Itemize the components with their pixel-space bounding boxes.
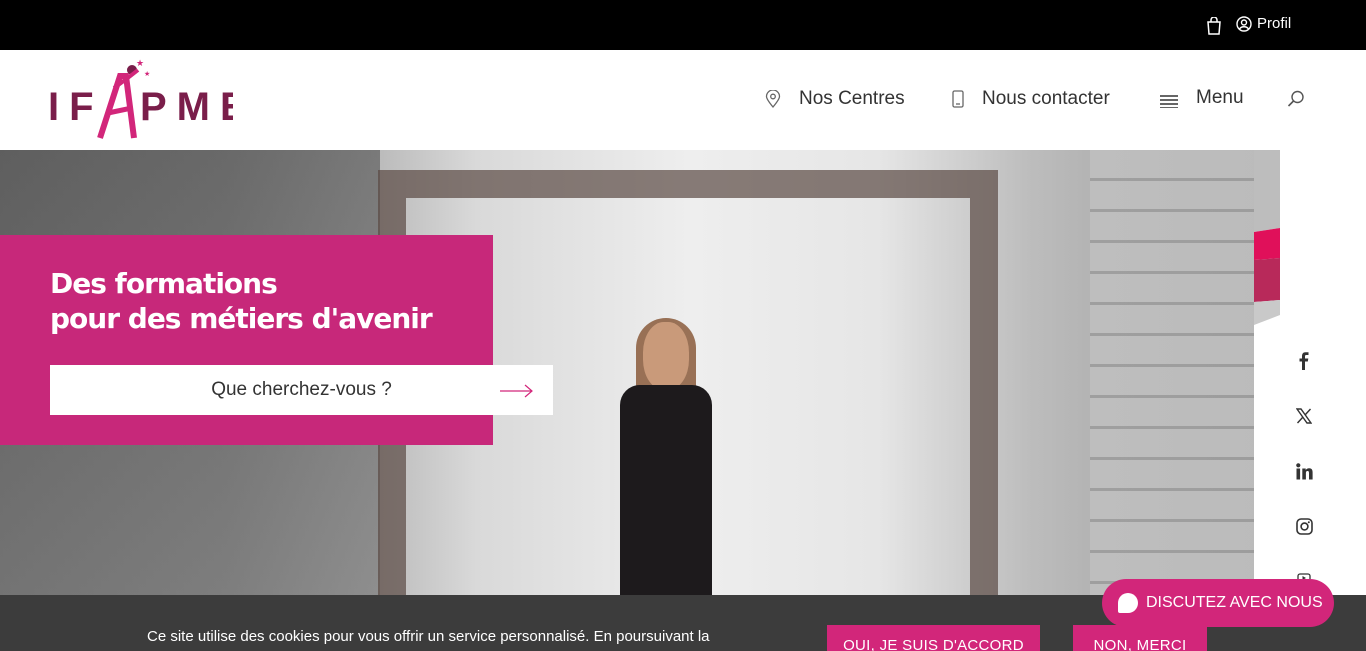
cookie-decline-button[interactable]: NON, MERCI bbox=[1073, 625, 1207, 651]
hero-title-line2: pour des métiers d'avenir bbox=[50, 302, 433, 335]
location-pin-icon bbox=[765, 90, 781, 108]
nav-menu[interactable]: Menu bbox=[1160, 87, 1244, 109]
x-icon bbox=[1296, 408, 1312, 424]
top-bar: Profil bbox=[0, 0, 1366, 50]
cookie-accept-button[interactable]: OUI, JE SUIS D'ACCORD bbox=[827, 625, 1040, 651]
search-prompt-button[interactable]: Que cherchez-vous ? bbox=[50, 365, 553, 415]
chat-button[interactable]: DISCUTEZ AVEC NOUS bbox=[1102, 579, 1334, 627]
svg-text:PME: PME bbox=[140, 85, 233, 129]
user-circle-icon bbox=[1236, 15, 1252, 32]
instagram-link[interactable] bbox=[1292, 514, 1316, 538]
nav-label: Nous contacter bbox=[982, 88, 1110, 109]
nav-label: Nos Centres bbox=[799, 88, 905, 109]
hero-title: Des formations pour des métiers d'avenir bbox=[50, 266, 433, 336]
main-header: IF ★ ★ PME Nos Centres Nous contacter Me… bbox=[0, 50, 1366, 150]
search-prompt-label: Que cherchez-vous ? bbox=[211, 379, 392, 400]
hero-person-head bbox=[643, 322, 689, 390]
chat-label: DISCUTEZ AVEC NOUS bbox=[1146, 594, 1323, 611]
decorative-stripes-icon bbox=[1254, 150, 1280, 325]
hero-title-line1: Des formations bbox=[50, 267, 278, 300]
nav-label: Menu bbox=[1196, 87, 1244, 108]
search-icon[interactable] bbox=[1287, 90, 1305, 108]
x-link[interactable] bbox=[1292, 404, 1316, 428]
profile-link[interactable]: Profil bbox=[1236, 15, 1291, 32]
nav-nos-centres[interactable]: Nos Centres bbox=[765, 88, 905, 110]
hamburger-icon bbox=[1160, 95, 1178, 108]
facebook-icon bbox=[1299, 352, 1309, 370]
shopping-bag-icon[interactable] bbox=[1206, 17, 1222, 35]
arrow-right-icon bbox=[500, 384, 533, 398]
linkedin-icon bbox=[1295, 462, 1313, 479]
svg-text:★: ★ bbox=[136, 58, 144, 68]
nav-nous-contacter[interactable]: Nous contacter bbox=[952, 88, 1110, 110]
phone-icon bbox=[952, 90, 964, 108]
chat-bubble-icon bbox=[1118, 593, 1138, 613]
instagram-icon bbox=[1295, 517, 1313, 535]
facebook-link[interactable] bbox=[1292, 349, 1316, 373]
linkedin-link[interactable] bbox=[1292, 459, 1316, 483]
svg-text:IF: IF bbox=[48, 85, 104, 129]
profile-label: Profil bbox=[1257, 15, 1292, 32]
cookie-text: Ce site utilise des cookies pour vous of… bbox=[147, 628, 710, 651]
hero-brick-wall bbox=[1090, 150, 1254, 651]
ifapme-logo[interactable]: IF ★ ★ PME bbox=[48, 58, 233, 142]
svg-text:★: ★ bbox=[144, 70, 150, 78]
